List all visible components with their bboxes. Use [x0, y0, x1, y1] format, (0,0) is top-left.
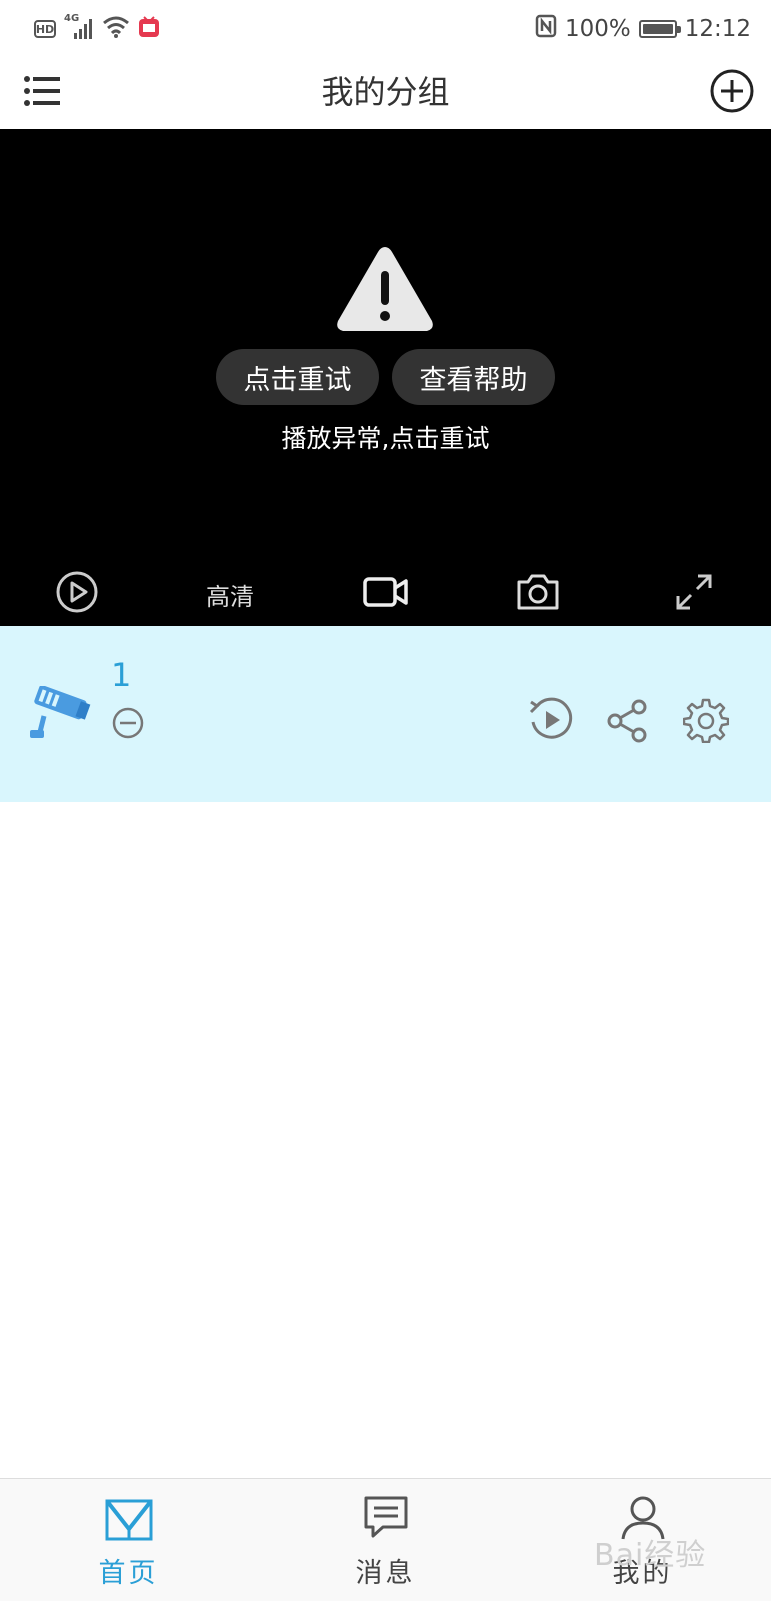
- clock: 12:12: [684, 16, 751, 42]
- network-label: 4G: [64, 13, 80, 24]
- quality-button[interactable]: 高清: [190, 569, 270, 619]
- device-card[interactable]: 1: [0, 626, 771, 802]
- gear-icon[interactable]: [683, 697, 729, 743]
- header: 我的分组: [0, 56, 771, 129]
- cctv-camera-icon: [26, 686, 92, 742]
- status-left: HD 4G: [34, 13, 160, 44]
- nav-messages[interactable]: 消息: [257, 1479, 514, 1601]
- nav-messages-label: 消息: [355, 1558, 416, 1589]
- quality-label: 高清: [206, 582, 254, 611]
- hd-badge: HD: [34, 20, 56, 38]
- battery-fill: [642, 24, 673, 34]
- nav-home-icon-wrap: [0, 1495, 257, 1547]
- plus-circle-icon: [709, 68, 755, 118]
- nav-messages-icon-wrap: [257, 1495, 514, 1543]
- app-notification-icon: [138, 16, 160, 42]
- page-title: 我的分组: [321, 73, 450, 111]
- home-m-icon: [103, 1495, 155, 1547]
- device-name[interactable]: 1: [111, 656, 131, 694]
- battery-percent: 100%: [564, 16, 631, 42]
- video-camera-icon: [363, 576, 409, 612]
- status-right: 100% 12:12: [535, 14, 751, 44]
- wifi-icon: [102, 15, 130, 43]
- nav-home-label: 首页: [98, 1558, 159, 1589]
- camera-icon: [515, 572, 561, 616]
- play-circle-icon: [55, 570, 99, 618]
- snapshot-button[interactable]: [512, 569, 564, 619]
- record-button[interactable]: [358, 569, 414, 619]
- message-icon: [363, 1495, 409, 1543]
- help-button[interactable]: 查看帮助: [392, 349, 555, 405]
- add-button[interactable]: [707, 68, 757, 118]
- nfc-icon: [535, 14, 557, 44]
- watermark: Bai经验: [594, 1538, 707, 1573]
- fullscreen-button[interactable]: [668, 569, 720, 619]
- warning-icon: [333, 241, 437, 341]
- fullscreen-icon: [674, 572, 714, 616]
- play-button[interactable]: [52, 569, 102, 619]
- retry-button[interactable]: 点击重试: [216, 349, 379, 405]
- share-icon[interactable]: [606, 698, 650, 744]
- error-message: 播放异常,点击重试: [281, 424, 490, 453]
- battery-icon: [638, 20, 681, 38]
- playback-icon[interactable]: [527, 696, 575, 744]
- minus-circle-icon[interactable]: [111, 706, 145, 740]
- video-player[interactable]: 点击重试 查看帮助 播放异常,点击重试 高清: [0, 129, 771, 626]
- nav-home[interactable]: 首页: [0, 1479, 257, 1601]
- status-bar: HD 4G 100% 12:12: [0, 0, 771, 56]
- signal-icon: 4G: [64, 13, 94, 41]
